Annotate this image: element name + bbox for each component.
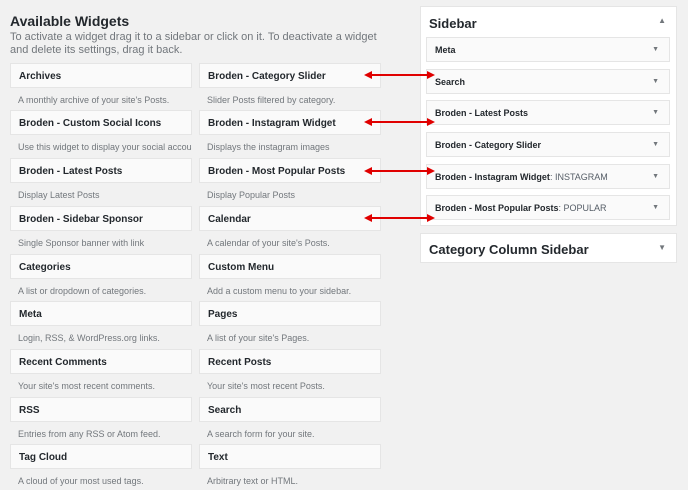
sidebar-widget-title: Broden - Category Slider	[435, 140, 542, 150]
widget-description: A cloud of your most used tags.	[18, 476, 144, 486]
triangle-down-icon[interactable]: ▼	[658, 243, 666, 252]
widget-description: Your site's most recent Posts.	[207, 381, 325, 391]
widget-description: Add a custom menu to your sidebar.	[207, 286, 352, 296]
widget-search[interactable]: Search	[199, 397, 381, 422]
widget-description: A monthly archive of your site's Posts.	[18, 95, 170, 105]
category-column-sidebar-header[interactable]: Category Column Sidebar ▼	[421, 234, 676, 264]
sidebar-widget-broden-category-slider[interactable]: Broden - Category Slider ▼	[426, 132, 670, 157]
widget-description: A search form for your site.	[207, 429, 315, 439]
sidebar-title: Sidebar	[429, 16, 477, 31]
widget-description: Display Popular Posts	[207, 190, 296, 200]
widget-broden-instagram-widget[interactable]: Broden - Instagram Widget	[199, 110, 381, 135]
sidebar-widget-broden-latest-posts[interactable]: Broden - Latest Posts ▼	[426, 100, 670, 125]
widget-broden-latest-posts[interactable]: Broden - Latest Posts	[10, 158, 192, 183]
widget-recent-posts[interactable]: Recent Posts	[199, 349, 381, 374]
triangle-down-icon[interactable]: ▼	[652, 46, 659, 53]
widget-rss[interactable]: RSS	[10, 397, 192, 422]
widget-meta[interactable]: Meta	[10, 301, 192, 326]
sidebar-widget-title: Broden - Instagram Widget	[435, 172, 550, 182]
widget-description: Use this widget to display your social a…	[18, 142, 192, 152]
widget-description: Login, RSS, & WordPress.org links.	[18, 333, 160, 343]
widget-broden-custom-social-icons[interactable]: Broden - Custom Social Icons	[10, 110, 192, 135]
widget-tag-cloud[interactable]: Tag Cloud	[10, 444, 192, 469]
triangle-down-icon[interactable]: ▼	[652, 78, 659, 85]
available-widgets-title: Available Widgets	[10, 13, 130, 29]
triangle-up-icon[interactable]: ▲	[658, 16, 666, 25]
widget-description: Displays the instagram images	[207, 142, 330, 152]
widget-description: Single Sponsor banner with link	[18, 238, 145, 248]
triangle-down-icon[interactable]: ▼	[652, 204, 659, 211]
category-column-sidebar-panel[interactable]: Category Column Sidebar ▼	[420, 233, 677, 263]
sidebar-widget-broden-instagram[interactable]: Broden - Instagram Widget: INSTAGRAM ▼	[426, 164, 670, 189]
widget-description: Display Latest Posts	[18, 190, 100, 200]
widget-description: Slider Posts filtered by category.	[207, 95, 336, 105]
sidebar-widget-instance-title: : POPULAR	[558, 203, 607, 213]
widget-description: A list of your site's Pages.	[207, 333, 310, 343]
widget-broden-category-slider[interactable]: Broden - Category Slider	[199, 63, 381, 88]
widget-calendar[interactable]: Calendar	[199, 206, 381, 231]
sidebar-widget-instance-title: : INSTAGRAM	[549, 172, 608, 182]
triangle-down-icon[interactable]: ▼	[652, 173, 659, 180]
widget-broden-most-popular-posts[interactable]: Broden - Most Popular Posts	[199, 158, 381, 183]
widget-description: A calendar of your site's Posts.	[207, 238, 330, 248]
widget-broden-sidebar-sponsor[interactable]: Broden - Sidebar Sponsor	[10, 206, 192, 231]
available-widgets-description: To activate a widget drag it to a sideba…	[10, 31, 377, 56]
widget-description: Arbitrary text or HTML.	[207, 476, 299, 486]
widget-description: Your site's most recent comments.	[18, 381, 155, 391]
sidebar-header[interactable]: Sidebar ▲	[421, 7, 676, 37]
sidebar-widget-broden-most-popular[interactable]: Broden - Most Popular Posts: POPULAR ▼	[426, 195, 670, 220]
widget-archives[interactable]: Archives	[10, 63, 192, 88]
sidebar-widget-title: Broden - Most Popular Posts	[435, 203, 559, 213]
widget-description: A list or dropdown of categories.	[18, 286, 147, 296]
widget-pages[interactable]: Pages	[199, 301, 381, 326]
widget-custom-menu[interactable]: Custom Menu	[199, 254, 381, 279]
widget-description: Entries from any RSS or Atom feed.	[18, 429, 161, 439]
triangle-down-icon[interactable]: ▼	[652, 141, 659, 148]
category-column-sidebar-title: Category Column Sidebar	[429, 242, 589, 257]
triangle-down-icon[interactable]: ▼	[652, 109, 659, 116]
widget-text[interactable]: Text	[199, 444, 381, 469]
sidebar-widget-title: Broden - Latest Posts	[435, 108, 529, 118]
sidebar-widget-title: Search	[435, 77, 466, 87]
widget-categories[interactable]: Categories	[10, 254, 192, 279]
widget-recent-comments[interactable]: Recent Comments	[10, 349, 192, 374]
sidebar-widget-meta[interactable]: Meta ▼	[426, 37, 670, 62]
sidebar-widget-title: Meta	[435, 45, 456, 55]
sidebar-widget-search[interactable]: Search ▼	[426, 69, 670, 94]
